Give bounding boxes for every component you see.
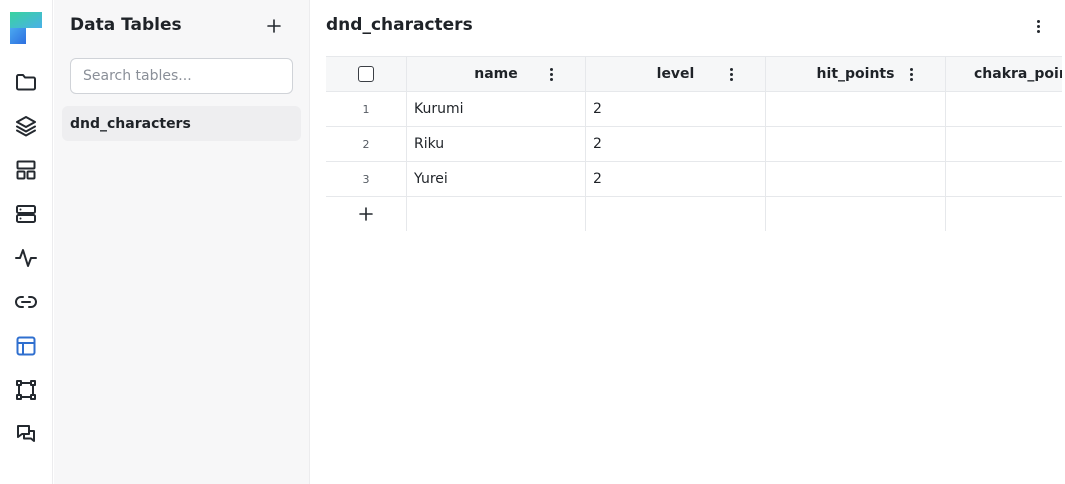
- messages-icon[interactable]: [12, 420, 40, 448]
- table-options-button[interactable]: [1028, 14, 1048, 38]
- cell-chakra-points[interactable]: [946, 92, 1062, 126]
- folder-icon[interactable]: [12, 68, 40, 96]
- cell-chakra-points[interactable]: [946, 162, 1062, 196]
- add-table-button[interactable]: [262, 14, 286, 38]
- column-header-name[interactable]: name: [407, 57, 586, 91]
- new-row-cell[interactable]: [766, 197, 946, 231]
- layout-icon[interactable]: [12, 156, 40, 184]
- column-header-label: hit_points: [816, 66, 895, 82]
- table-icon[interactable]: [12, 332, 40, 360]
- layers-icon[interactable]: [12, 112, 40, 140]
- row-index: 2: [326, 127, 407, 161]
- icon-rail: [0, 0, 53, 484]
- table-row: 2 Riku 2: [326, 127, 1062, 162]
- cell-level[interactable]: 2: [586, 92, 766, 126]
- table-row: 1 Kurumi 2: [326, 92, 1062, 127]
- data-grid: name level hit_points chakra_points 1 Ku…: [326, 56, 1062, 232]
- cell-hit-points[interactable]: [766, 162, 946, 196]
- column-header-chakra-points[interactable]: chakra_points: [946, 57, 1062, 91]
- new-row-cell[interactable]: [586, 197, 766, 231]
- add-row-button[interactable]: [326, 197, 407, 231]
- new-row-cell[interactable]: [407, 197, 586, 231]
- add-row: [326, 197, 1062, 232]
- select-all-checkbox[interactable]: [358, 66, 374, 82]
- activity-icon[interactable]: [12, 244, 40, 272]
- column-header-label: chakra_points: [974, 66, 1062, 82]
- column-menu-button[interactable]: [725, 66, 737, 82]
- column-menu-button[interactable]: [905, 66, 917, 82]
- cell-name[interactable]: Riku: [407, 127, 586, 161]
- app-logo[interactable]: [10, 12, 42, 44]
- select-all-cell: [326, 57, 407, 91]
- cell-level[interactable]: 2: [586, 127, 766, 161]
- row-index: 3: [326, 162, 407, 196]
- search-tables-input[interactable]: [70, 58, 293, 94]
- sidebar-title: Data Tables: [70, 15, 182, 35]
- server-icon[interactable]: [12, 200, 40, 228]
- sidebar-item-dnd-characters[interactable]: dnd_characters: [62, 106, 301, 141]
- new-row-cell[interactable]: [946, 197, 1062, 231]
- column-menu-button[interactable]: [545, 66, 557, 82]
- row-index: 1: [326, 92, 407, 126]
- cell-name[interactable]: Kurumi: [407, 92, 586, 126]
- tables-sidebar: Data Tables dnd_characters: [54, 0, 310, 484]
- column-header-label: level: [656, 66, 695, 82]
- cell-level[interactable]: 2: [586, 162, 766, 196]
- grid-header: name level hit_points chakra_points: [326, 56, 1062, 92]
- cell-chakra-points[interactable]: [946, 127, 1062, 161]
- cell-hit-points[interactable]: [766, 127, 946, 161]
- more-vertical-icon: [1036, 19, 1040, 33]
- main-panel: dnd_characters name level hit_points cha…: [311, 0, 1065, 484]
- plus-icon: [267, 19, 281, 33]
- page-title: dnd_characters: [326, 15, 473, 35]
- cell-hit-points[interactable]: [766, 92, 946, 126]
- link-icon[interactable]: [12, 288, 40, 316]
- plus-icon: [359, 207, 373, 221]
- column-header-label: name: [474, 66, 518, 82]
- column-header-level[interactable]: level: [586, 57, 766, 91]
- column-header-hit-points[interactable]: hit_points: [766, 57, 946, 91]
- cell-name[interactable]: Yurei: [407, 162, 586, 196]
- table-row: 3 Yurei 2: [326, 162, 1062, 197]
- frame-icon[interactable]: [12, 376, 40, 404]
